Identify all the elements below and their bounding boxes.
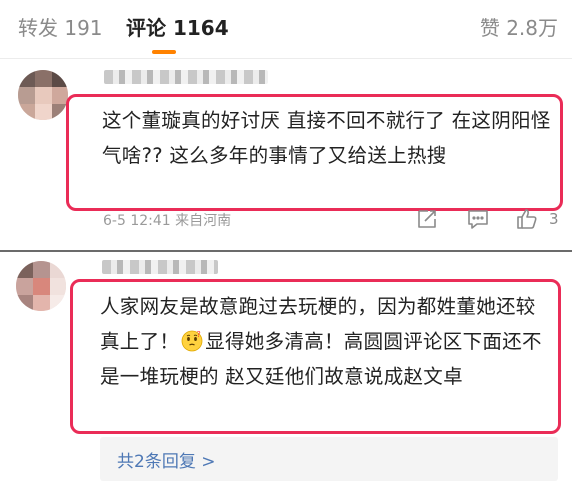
reply-icon[interactable]	[466, 208, 490, 234]
comment-meta: 6-5 12:41 来自河南	[103, 213, 232, 229]
active-tab-indicator	[152, 50, 176, 54]
tab-repost[interactable]: 转发 191	[18, 12, 103, 41]
avatar[interactable]	[18, 70, 68, 120]
avatar[interactable]	[16, 261, 66, 311]
comment-item: 人家网友是故意跑过去玩梗的，因为都姓董她还较真上了！ ? 显得她多清高！高圆圆评…	[0, 252, 572, 494]
comment-tabs-bar: 转发 191 评论 1164 赞 2.8万	[0, 0, 572, 58]
tab-comments-label: 评论	[126, 16, 166, 40]
tab-likes[interactable]: 赞 2.8万	[480, 12, 558, 41]
highlight-annotation-box	[70, 279, 561, 434]
tab-likes-label: 赞	[479, 16, 500, 40]
tab-comments-count: 1164	[172, 16, 229, 40]
tab-comments[interactable]: 评论 1164	[126, 12, 229, 41]
highlight-annotation-box	[66, 94, 563, 211]
tab-likes-count: 2.8万	[506, 16, 558, 40]
tab-repost-label: 转发	[18, 16, 58, 40]
tab-repost-count: 191	[64, 16, 103, 40]
username-blurred[interactable]	[102, 260, 218, 274]
comment-item: 这个董璇真的好讨厌 直接不回不就行了 在这阴阳怪气啥?? 这么多年的事情了又给送…	[0, 59, 572, 252]
view-replies-link[interactable]: 共2条回复 >	[117, 447, 215, 472]
share-icon[interactable]	[416, 208, 438, 234]
username-blurred[interactable]	[104, 70, 268, 84]
like-count: 3	[549, 210, 559, 228]
like-icon[interactable]	[515, 208, 539, 234]
